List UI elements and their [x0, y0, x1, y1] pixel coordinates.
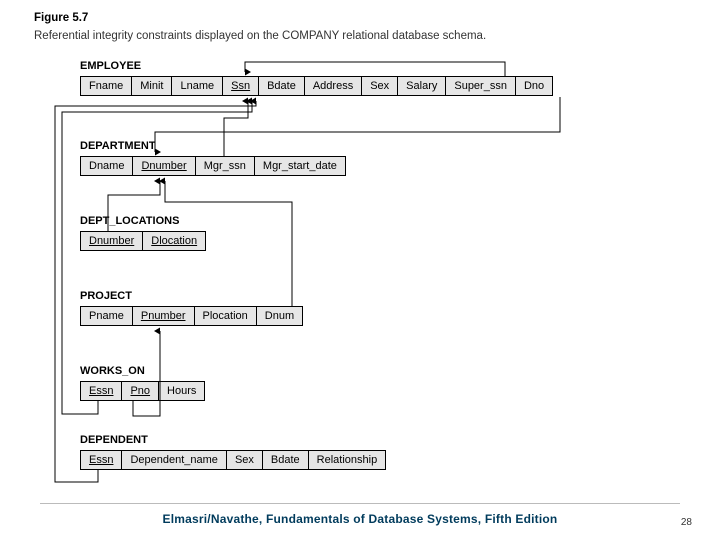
employee-label: EMPLOYEE — [80, 60, 141, 72]
dept-locations-row: Dnumber Dlocation — [80, 231, 205, 251]
col-bdate: Bdate — [258, 76, 305, 96]
dependent-row: Essn Dependent_name Sex Bdate Relationsh… — [80, 450, 385, 470]
col-address: Address — [304, 76, 362, 96]
project-row: Pname Pnumber Plocation Dnum — [80, 306, 302, 326]
dependent-label: DEPENDENT — [80, 434, 148, 446]
col-dep-sex: Sex — [226, 450, 263, 470]
col-dep-bdate: Bdate — [262, 450, 309, 470]
col-pnumber: Pnumber — [132, 306, 195, 326]
dept-locations-label: DEPT_LOCATIONS — [80, 215, 179, 227]
department-label: DEPARTMENT — [80, 140, 156, 152]
figure-title: Figure 5.7 — [34, 12, 88, 24]
col-dno: Dno — [515, 76, 553, 96]
col-hours: Hours — [158, 381, 205, 401]
col-dnum: Dnum — [256, 306, 303, 326]
employee-row: Fname Minit Lname Ssn Bdate Address Sex … — [80, 76, 552, 96]
col-dnumber: Dnumber — [132, 156, 195, 176]
col-pname: Pname — [80, 306, 133, 326]
footer-text: Elmasri/Navathe, Fundamentals of Databas… — [163, 512, 558, 526]
works-on-label: WORKS_ON — [80, 365, 145, 377]
col-dlocation: Dlocation — [142, 231, 206, 251]
col-dependent-name: Dependent_name — [121, 450, 226, 470]
footer: Elmasri/Navathe, Fundamentals of Databas… — [0, 503, 720, 528]
col-plocation: Plocation — [194, 306, 257, 326]
col-super-ssn: Super_ssn — [445, 76, 516, 96]
project-label: PROJECT — [80, 290, 132, 302]
col-mgr-ssn: Mgr_ssn — [195, 156, 255, 176]
col-fname: Fname — [80, 76, 132, 96]
col-salary: Salary — [397, 76, 446, 96]
col-relationship: Relationship — [308, 450, 387, 470]
col-dep-essn: Essn — [80, 450, 122, 470]
department-row: Dname Dnumber Mgr_ssn Mgr_start_date — [80, 156, 345, 176]
col-essn: Essn — [80, 381, 122, 401]
col-pno: Pno — [121, 381, 159, 401]
col-dl-dnumber: Dnumber — [80, 231, 143, 251]
col-lname: Lname — [171, 76, 223, 96]
col-ssn: Ssn — [222, 76, 259, 96]
figure-caption: Referential integrity constraints displa… — [34, 30, 486, 42]
col-sex: Sex — [361, 76, 398, 96]
col-minit: Minit — [131, 76, 172, 96]
col-dname: Dname — [80, 156, 133, 176]
works-on-row: Essn Pno Hours — [80, 381, 204, 401]
page-number: 28 — [681, 517, 692, 528]
col-mgr-start-date: Mgr_start_date — [254, 156, 346, 176]
